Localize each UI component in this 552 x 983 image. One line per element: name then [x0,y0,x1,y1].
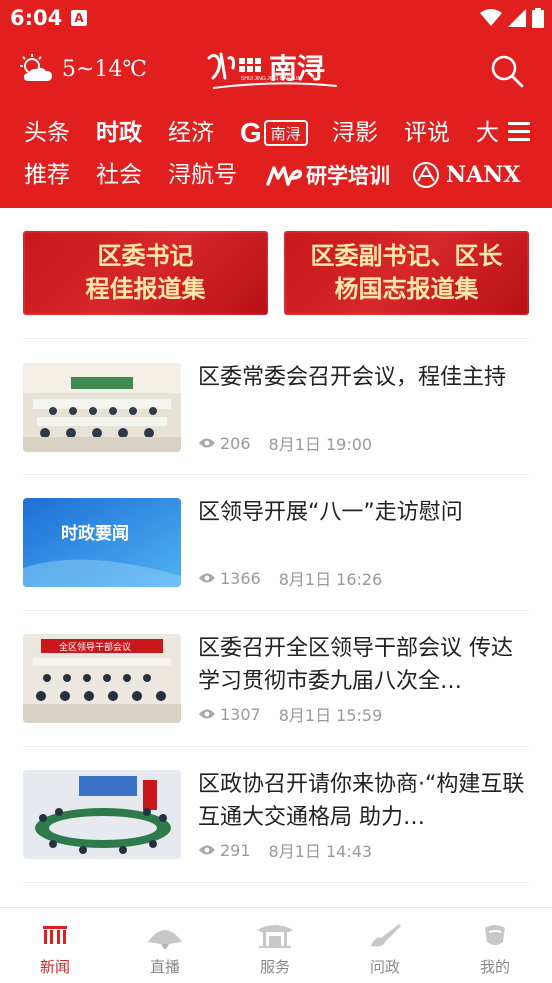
banner-deputy-secretary-reports[interactable]: 区委副书记、区长 杨国志报道集 [284,231,529,315]
brush-icon [371,924,401,947]
signal-icon [508,9,526,27]
tab-xunying[interactable]: 浔影 [332,116,378,150]
news-thumbnail [23,770,181,859]
status-bar: 6:04 A [0,0,552,36]
weather-temperature: 5~14℃ [62,56,148,82]
publish-time: 8月1日 16:26 [278,570,383,589]
news-title: 区领导开展“八一”走访慰问 [198,500,463,525]
news-item[interactable]: 区政协召开请你来协商·“构建互联互通大交通格局 助力… 291 8月1日 14:… [0,770,552,906]
nanx-logo-icon [413,162,439,188]
news-item[interactable]: 时政要闻 区领导开展“八一”走访慰问 1366 8月1日 16:26 [0,498,552,634]
weather-widget[interactable]: 5~14℃ [18,54,147,84]
tab-commentary[interactable]: 评说 [404,116,450,150]
nanx-label: NANX [446,162,521,188]
special-topic-banners: 区委书记 程佳报道集 区委副书记、区长 杨国志报道集 [23,231,529,315]
eye-icon [199,709,215,719]
tab-economy[interactable]: 经济 [168,116,214,150]
tab-inquiry[interactable]: 问政 [330,908,440,983]
tab-news[interactable]: 新闻 [0,908,110,983]
tab-headlines[interactable]: 头条 [24,116,70,150]
status-time: 6:04 [10,6,63,30]
news-title: 区委常委会召开会议，程佳主持 [198,365,507,390]
banner-line2: 程佳报道集 [85,275,206,303]
news-meta: 1307 8月1日 15:59 [198,702,382,726]
news-meta: 291 8月1日 14:43 [198,838,372,862]
banner-line2: 杨国志报道集 [334,275,479,303]
tab-society[interactable]: 社会 [96,158,142,192]
pavilion-icon [257,925,293,948]
tab-services[interactable]: 服务 [220,908,330,983]
news-gate-icon [43,926,67,944]
menu-icon[interactable] [508,122,530,142]
tab-news-label: 新闻 [39,958,70,976]
app-header: 5~14℃ SHUI JING JING NANXUN 南浔 头条 时政 经济 … [0,36,552,208]
tab-da[interactable]: 大 [476,116,499,150]
eye-icon [199,845,215,855]
g-box-label: 南浔 [263,120,308,146]
divider [23,338,529,339]
notification-a-icon: A [71,10,87,26]
thumb-label: 全区领导干部会议 [59,641,131,653]
news-meta: 1366 8月1日 16:26 [198,566,382,590]
view-count: 1366 [220,568,261,588]
tab-inquiry-label: 问政 [369,958,400,976]
profile-icon [485,925,505,945]
tab-nanx[interactable]: NANX [412,158,520,192]
tab-live[interactable]: 直播 [110,908,220,983]
bottom-tab-bar: 新闻 直播 服务 问政 我的 [0,907,552,983]
tab-services-label: 服务 [259,958,290,976]
thumb-label: 时政要闻 [61,523,129,544]
publish-time: 8月1日 19:00 [268,435,373,454]
banner-secretary-reports[interactable]: 区委书记 程佳报道集 [23,231,268,315]
news-title: 区政协召开请你来协商·“构建互联互通大交通格局 助力… [198,772,525,830]
tab-g-nanxun[interactable]: G 南浔 [240,117,308,148]
banner-line1: 区委书记 [97,242,194,270]
news-thumbnail: 全区领导干部会议 [23,634,181,723]
banner-line1: 区委副书记、区长 [310,242,503,270]
wifi-icon [480,9,502,26]
news-item[interactable]: 区委常委会召开会议，程佳主持 206 8月1日 19:00 [0,363,552,499]
search-icon[interactable] [490,54,524,88]
news-thumbnail: 时政要闻 [23,498,181,587]
eye-icon [199,438,215,448]
tab-mine[interactable]: 我的 [440,908,550,983]
publish-time: 8月1日 15:59 [278,706,383,725]
divider [23,882,529,883]
divider [23,474,529,475]
fan-icon [148,930,182,949]
logo-text: 南浔 [269,52,325,85]
tab-study-training[interactable]: 研学培训 [266,158,390,192]
app-screen: 6:04 A 5~14℃ SHUI JING JING NANXUN 南浔 头条… [0,0,552,983]
publish-time: 8月1日 14:43 [268,842,373,861]
g-letter: G [240,117,262,148]
weather-icon [20,54,52,81]
battery-icon [532,8,544,28]
status-icons [480,8,544,28]
news-thumbnail [23,363,181,452]
mp-logo-icon [266,166,302,186]
news-title: 区委召开全区领导干部会议 传达学习贯彻市委九届八次全… [198,636,513,694]
tab-live-label: 直播 [149,958,180,976]
divider [23,610,529,611]
divider [23,746,529,747]
app-logo: SHUI JING JING NANXUN 南浔 [207,52,338,89]
view-count: 1307 [220,704,261,724]
news-item[interactable]: 全区领导干部会议 区委召开全区领导干部会议 传达学习贯彻市委九届八次全… 130… [0,634,552,770]
view-count: 291 [220,840,251,860]
tab-mine-label: 我的 [479,958,510,976]
tab-recommend[interactable]: 推荐 [24,158,70,192]
eye-icon [199,573,215,583]
channel-nav-row-1: 头条 时政 经济 G 南浔 浔影 评说 大 [0,116,552,150]
view-count: 206 [220,433,251,453]
study-training-label: 研学培训 [306,164,390,188]
tab-xunhanghao[interactable]: 浔航号 [168,158,237,192]
tab-politics[interactable]: 时政 [96,116,142,150]
news-meta: 206 8月1日 19:00 [198,431,372,455]
channel-nav-row-2: 推荐 社会 浔航号 研学培训 NANX [0,158,552,192]
